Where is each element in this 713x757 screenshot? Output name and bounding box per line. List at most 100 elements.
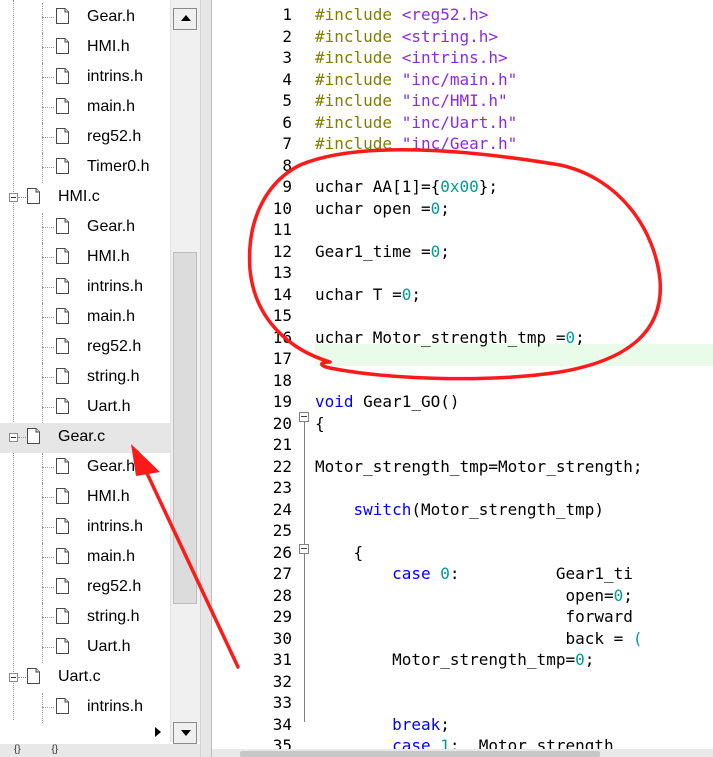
tree-guide-line: [42, 707, 54, 708]
file-icon: [56, 398, 69, 414]
collapse-icon[interactable]: [9, 673, 18, 682]
code-line[interactable]: #include "inc/HMI.h": [315, 90, 508, 112]
tree-include-node[interactable]: intrins.h: [0, 273, 170, 303]
code-line[interactable]: open=0;: [315, 585, 632, 607]
tree-guide-line: [42, 467, 54, 468]
code-token: uchar Motor_strength_tmp =: [315, 328, 566, 347]
tree-include-node[interactable]: Gear.h: [0, 213, 170, 243]
tree-include-node[interactable]: intrins.h: [0, 513, 170, 543]
code-line[interactable]: #include "inc/Gear.h": [315, 133, 517, 155]
fold-toggle-icon[interactable]: [299, 412, 309, 422]
code-line[interactable]: #include <string.h>: [315, 26, 498, 48]
tree-file-node[interactable]: Gear.c: [0, 423, 170, 453]
tree-include-node[interactable]: reg52.h: [0, 573, 170, 603]
tree-guide-line: [42, 33, 43, 63]
collapse-icon[interactable]: [9, 193, 18, 202]
code-editor[interactable]: 1 2 3 4 5 6 7 8 9 10 11 12 13 14 15 16 17 18 19 20 21 22 23 24 2…: [212, 0, 713, 749]
scroll-down-arrow-icon[interactable]: [173, 722, 197, 744]
scroll-up-arrow-icon[interactable]: [173, 8, 197, 30]
tree-include-node[interactable]: HMI.h: [0, 243, 170, 273]
bottom-tab-1[interactable]: {}: [14, 744, 21, 755]
code-token-num: 0: [430, 242, 441, 261]
code-line[interactable]: switch(Motor_strength_tmp): [315, 499, 604, 521]
tree-item-label: HMI.h: [87, 488, 130, 505]
tree-include-node[interactable]: main.h: [0, 543, 170, 573]
line-number-gutter: 1 2 3 4 5 6 7 8 9 10 11 12 13 14 15 16 17 18 19 20 21 22 23 24 2…: [212, 0, 296, 749]
tree-guide-line: [42, 303, 43, 333]
tree-include-node[interactable]: Uart.h: [0, 633, 170, 663]
tree-include-node[interactable]: Timer0.h: [0, 153, 170, 183]
line-number: 24: [272, 500, 292, 519]
code-line[interactable]: uchar open =0;: [315, 198, 450, 220]
code-line[interactable]: Motor_strength_tmp=Motor_strength;: [315, 456, 643, 478]
tree-scroll-thumb[interactable]: [173, 252, 197, 604]
tree-include-node[interactable]: Gear.h: [0, 3, 170, 33]
code-line[interactable]: void Gear1_GO(): [315, 391, 460, 413]
code-token: open=: [315, 586, 614, 605]
tree-include-node[interactable]: HMI.h: [0, 33, 170, 63]
code-line[interactable]: forward: [315, 606, 632, 628]
project-bottom-tabs[interactable]: {} {}: [0, 744, 200, 757]
code-token: uchar open =: [315, 199, 431, 218]
pane-splitter[interactable]: [200, 0, 212, 757]
fold-toggle-icon[interactable]: [299, 544, 309, 554]
tree-include-node[interactable]: intrins.h: [0, 63, 170, 93]
tree-item-label: string.h: [87, 608, 140, 625]
tree-include-node[interactable]: reg52.h: [0, 333, 170, 363]
tree-include-node[interactable]: main.h: [0, 303, 170, 333]
tree-item-label: Gear.h: [87, 8, 136, 25]
tree-include-node[interactable]: main.h: [0, 93, 170, 123]
tree-include-node[interactable]: Uart.h: [0, 393, 170, 423]
tree-item-label: Timer0.h: [87, 158, 150, 175]
file-icon: [27, 188, 40, 204]
code-line[interactable]: #include <reg52.h>: [315, 4, 488, 26]
editor-scroll-thumb[interactable]: [240, 751, 600, 757]
tree-guide-line: [42, 167, 54, 168]
tree-item-label: HMI.h: [87, 38, 130, 55]
tree-file-node[interactable]: Uart.c: [0, 663, 170, 693]
code-line[interactable]: Motor_strength_tmp=0;: [315, 649, 594, 671]
code-line[interactable]: #include "inc/Uart.h": [315, 112, 517, 134]
code-line[interactable]: #include <intrins.h>: [315, 47, 508, 69]
tree-include-node[interactable]: intrins.h: [0, 693, 170, 723]
code-line[interactable]: uchar Motor_strength_tmp =0;: [315, 327, 585, 349]
file-icon: [56, 458, 69, 474]
collapse-icon[interactable]: [9, 433, 18, 442]
file-icon: [56, 578, 69, 594]
code-line[interactable]: uchar T =0;: [315, 284, 421, 306]
tree-guide-line: [42, 333, 43, 363]
code-line[interactable]: break;: [315, 714, 450, 736]
tree-guide-line: [18, 677, 26, 678]
file-icon: [27, 428, 40, 444]
tree-guide-line: [42, 227, 54, 228]
scroll-right-arrow-icon[interactable]: [148, 724, 170, 742]
code-token-kw: switch: [353, 500, 412, 519]
tree-vertical-scrollbar[interactable]: [170, 0, 201, 744]
tree-item-label: Uart.h: [87, 638, 131, 655]
code-line[interactable]: Gear1_time =0;: [315, 241, 450, 263]
tree-guide-line: [42, 317, 54, 318]
tree-guide-line: [42, 93, 43, 123]
tree-guide-line: [42, 47, 54, 48]
code-line[interactable]: #include "inc/main.h": [315, 69, 517, 91]
tree-include-node[interactable]: HMI.h: [0, 483, 170, 513]
tree-file-node[interactable]: HMI.c: [0, 183, 170, 213]
tree-include-node[interactable]: string.h: [0, 363, 170, 393]
code-token-str: <string.h>: [401, 27, 499, 46]
code-line[interactable]: case 0: Gear1_ti: [315, 563, 633, 585]
code-line[interactable]: uchar AA[1]={0x00};: [315, 176, 498, 198]
code-line[interactable]: back = (: [315, 628, 642, 650]
line-number: 28: [272, 586, 292, 605]
bottom-tab-2[interactable]: {}: [51, 744, 58, 755]
project-tree[interactable]: Gear.h HMI.h intrins.h main.h reg52.h Timer0.…: [0, 0, 170, 742]
tree-include-node[interactable]: reg52.h: [0, 123, 170, 153]
code-line[interactable]: {: [315, 542, 364, 564]
line-number: 27: [272, 564, 292, 583]
tree-include-node[interactable]: string.h: [0, 603, 170, 633]
code-line[interactable]: {: [315, 413, 325, 435]
code-token-str: "inc/main.h": [401, 70, 518, 89]
tree-include-node[interactable]: Gear.h: [0, 453, 170, 483]
code-line[interactable]: case 1: Motor_strength_: [315, 735, 623, 749]
